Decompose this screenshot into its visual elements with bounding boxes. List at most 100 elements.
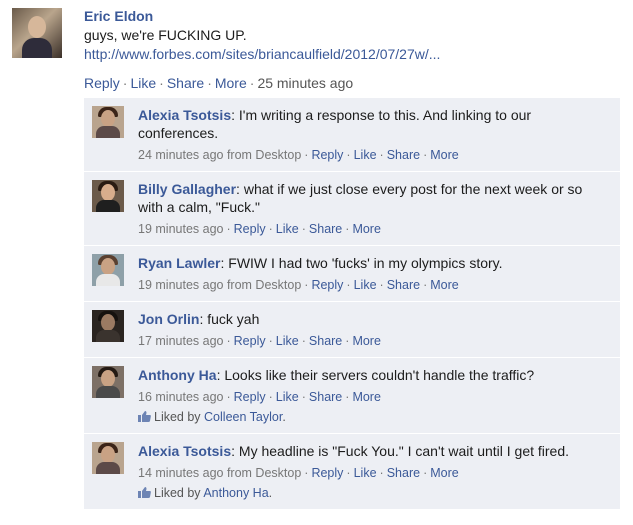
comment-author-link[interactable]: Alexia Tsotsis xyxy=(138,107,231,123)
comment-share-link[interactable]: Share xyxy=(309,390,342,404)
comment-reply-link[interactable]: Reply xyxy=(311,466,343,480)
comment-author-link[interactable]: Alexia Tsotsis xyxy=(138,443,231,459)
separator: · xyxy=(379,466,384,480)
separator: · xyxy=(122,75,128,91)
comment-more-link[interactable]: More xyxy=(430,466,458,480)
liked-by-prefix: Liked by xyxy=(154,486,204,500)
comment-author-link[interactable]: Anthony Ha xyxy=(138,367,217,383)
post-more-link[interactable]: More xyxy=(215,75,247,91)
comment-body: fuck yah xyxy=(203,311,260,327)
separator: · xyxy=(268,390,273,404)
comment: Anthony Ha: Looks like their servers cou… xyxy=(84,358,620,434)
comment-more-link[interactable]: More xyxy=(352,334,380,348)
avatar-face xyxy=(28,16,46,38)
comment-text: Alexia Tsotsis: My headline is "Fuck You… xyxy=(138,442,610,460)
post-like-link[interactable]: Like xyxy=(130,75,156,91)
comment-more-link[interactable]: More xyxy=(430,278,458,292)
separator: · xyxy=(304,278,309,292)
comment-share-link[interactable]: Share xyxy=(387,148,420,162)
comment-meta: 24 minutes ago from Desktop · Reply · Like · S… xyxy=(138,147,610,163)
comment-avatar[interactable] xyxy=(92,366,124,398)
separator: · xyxy=(268,222,273,236)
separator: · xyxy=(268,334,273,348)
comment-avatar[interactable] xyxy=(92,310,124,342)
post-reply-link[interactable]: Reply xyxy=(84,75,120,91)
comment-body: My headline is "Fuck You." I can't wait … xyxy=(235,443,570,459)
separator: · xyxy=(226,334,231,348)
comment-author-link[interactable]: Ryan Lawler xyxy=(138,255,220,271)
avatar-body xyxy=(96,126,120,138)
comment-reply-link[interactable]: Reply xyxy=(311,278,343,292)
liked-by-user-link[interactable]: Colleen Taylor xyxy=(204,410,282,424)
avatar-body xyxy=(96,462,120,474)
post-actions: Reply · Like · Share · More · 25 minutes ago xyxy=(84,74,614,93)
comment-timestamp: 17 minutes ago xyxy=(138,334,224,348)
comment: Alexia Tsotsis: I'm writing a response t… xyxy=(84,98,620,172)
comment-meta: 19 minutes ago from Desktop · Reply · Like · S… xyxy=(138,277,610,293)
comment-share-link[interactable]: Share xyxy=(387,278,420,292)
comment-like-link[interactable]: Like xyxy=(354,278,377,292)
liked-by-suffix: . xyxy=(268,486,273,500)
liked-by-prefix: Liked by xyxy=(154,410,205,424)
thumbs-up-icon xyxy=(138,411,151,422)
separator: · xyxy=(226,222,231,236)
comment-author-link[interactable]: Billy Gallagher xyxy=(138,181,236,197)
separator: · xyxy=(301,334,306,348)
separator: · xyxy=(301,390,306,404)
comment-reply-link[interactable]: Reply xyxy=(234,334,266,348)
comment-share-link[interactable]: Share xyxy=(309,222,342,236)
comment-reply-link[interactable]: Reply xyxy=(311,148,343,162)
post-author-link[interactable]: Eric Eldon xyxy=(84,8,153,24)
post-share-link[interactable]: Share xyxy=(167,75,204,91)
comment-share-link[interactable]: Share xyxy=(387,466,420,480)
comment-like-link[interactable]: Like xyxy=(276,222,299,236)
separator: · xyxy=(423,466,428,480)
separator: · xyxy=(304,466,309,480)
comment-timestamp: 19 minutes ago xyxy=(138,222,224,236)
comment: Alexia Tsotsis: My headline is "Fuck You… xyxy=(84,434,620,510)
comment-timestamp: 14 minutes ago from Desktop xyxy=(138,466,302,480)
comment-more-link[interactable]: More xyxy=(352,390,380,404)
comment-like-link[interactable]: Like xyxy=(276,334,299,348)
comment-more-link[interactable]: More xyxy=(352,222,380,236)
comment-meta: 19 minutes ago · Reply · Like · Share · More xyxy=(138,221,610,237)
separator: · xyxy=(345,334,350,348)
comment-timestamp: 16 minutes ago xyxy=(138,390,224,404)
comment-share-link[interactable]: Share xyxy=(309,334,342,348)
comment-more-link[interactable]: More xyxy=(430,148,458,162)
avatar-body xyxy=(96,330,120,342)
comment-like-link[interactable]: Like xyxy=(276,390,299,404)
comment-avatar[interactable] xyxy=(92,442,124,474)
comment-body: Looks like their servers couldn't handle… xyxy=(220,367,535,383)
separator: · xyxy=(301,222,306,236)
separator: · xyxy=(423,278,428,292)
liked-by-user-link[interactable]: Anthony Ha xyxy=(203,486,268,500)
comment-reply-link[interactable]: Reply xyxy=(234,390,266,404)
comment-avatar[interactable] xyxy=(92,180,124,212)
separator: · xyxy=(226,390,231,404)
comment-timestamp: 19 minutes ago from Desktop xyxy=(138,278,302,292)
post-body: Eric Eldon guys, we're FUCKING UP. http:… xyxy=(84,8,614,93)
comment: Ryan Lawler: FWIW I had two 'fucks' in m… xyxy=(84,246,620,302)
comment-like-link[interactable]: Like xyxy=(354,148,377,162)
comment-timestamp: 24 minutes ago from Desktop xyxy=(138,148,302,162)
post-url-link[interactable]: http://www.forbes.com/sites/briancaulfie… xyxy=(84,46,440,62)
author-avatar[interactable] xyxy=(12,8,62,58)
avatar-face xyxy=(101,446,115,463)
comment-author-link[interactable]: Jon Orlin xyxy=(138,311,199,327)
thumbs-up-icon xyxy=(138,487,151,498)
comment-body: FWIW I had two 'fucks' in my olympics st… xyxy=(224,255,503,271)
comment-text: Ryan Lawler: FWIW I had two 'fucks' in m… xyxy=(138,254,610,272)
post-timestamp: 25 minutes ago xyxy=(257,75,354,91)
separator: · xyxy=(346,278,351,292)
comment-avatar[interactable] xyxy=(92,254,124,286)
comment: Jon Orlin: fuck yah 17 minutes ago · Reply… xyxy=(84,302,620,358)
avatar-face xyxy=(101,110,115,127)
comment-like-link[interactable]: Like xyxy=(354,466,377,480)
separator: · xyxy=(346,148,351,162)
avatar-body xyxy=(22,38,52,58)
comments-list: Alexia Tsotsis: I'm writing a response t… xyxy=(84,98,620,510)
comment-avatar[interactable] xyxy=(92,106,124,138)
comment-reply-link[interactable]: Reply xyxy=(234,222,266,236)
separator: · xyxy=(345,390,350,404)
